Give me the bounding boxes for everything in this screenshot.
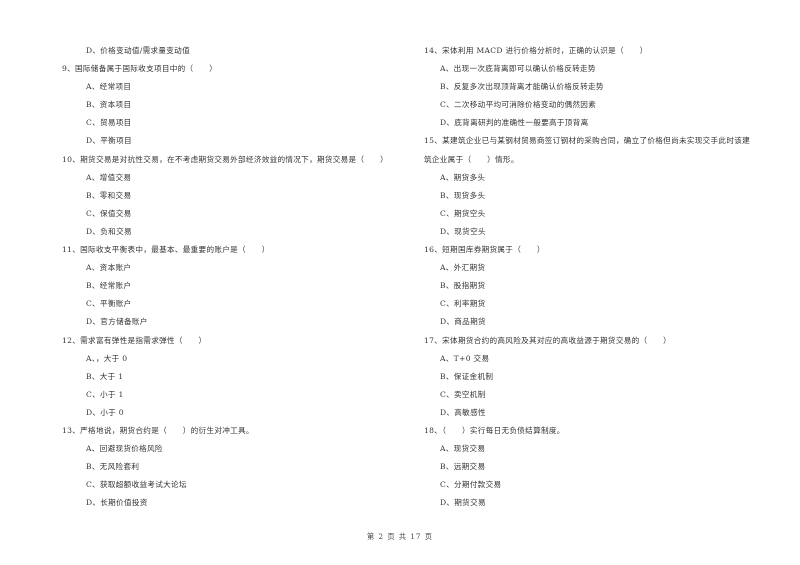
option-d: D、小于 0 [86,407,124,417]
question-17: 17、宋体期货合约的高风险及其对应的高收益源于期货交易的（ ） A、T+0 交易… [424,332,764,422]
question-stem: 14、宋体利用 MACD 进行价格分析时，正确的认识是（ ） [424,46,648,55]
left-column: D、价格变动值/需求量变动值 9、国际储备属于国际收支项目中的（ ） A、经常项… [62,42,407,512]
question-15: 15、某建筑企业已与某钢材贸易商签订钢材的采购合同，确立了价格但尚未实现交手此时… [424,132,764,241]
option-a: A、经常项目 [86,82,132,92]
option-d: D、现货空头 [440,226,486,236]
question-14: 14、宋体利用 MACD 进行价格分析时，正确的认识是（ ） A、出现一次底背离… [424,42,764,132]
option-d: D、高敏感性 [440,407,486,417]
question-stem: 9、国际储备属于国际收支项目中的（ ） [62,64,218,74]
option-c: C、贸易项目 [86,118,132,128]
option-c: C、利率期货 [440,299,486,309]
option-c: C、平衡账户 [86,299,132,309]
question-stem: 17、宋体期货合约的高风险及其对应的高收益源于期货交易的（ ） [424,335,672,345]
option-c: C、期货空头 [440,208,486,218]
option-d: D、商品期货 [440,317,486,327]
question-9: 9、国际储备属于国际收支项目中的（ ） A、经常项目 B、资本项目 C、贸易项目… [62,60,407,150]
option-b: B、股指期货 [440,281,486,291]
option-d: D、期货交易 [440,498,486,508]
page-number: 第 2 页 共 17 页 [367,532,433,541]
option-d: D、长期价值投资 [86,498,148,508]
option-c: C、二次移动平均可消除价格变动的偶然因素 [440,100,597,110]
right-column: 14、宋体利用 MACD 进行价格分析时，正确的认识是（ ） A、出现一次底背离… [424,42,764,512]
question-16: 16、短期国库券期货属于（ ） A、外汇期货 B、股指期货 C、利率期货 D、商… [424,241,764,331]
option-a: A、期货多头 [440,172,486,182]
carry-over-option: D、价格变动值/需求量变动值 [86,46,190,55]
question-stem: 12、需求富有弹性是指需求弹性（ ） [62,335,207,345]
option-a: A、现货交易 [440,444,486,454]
option-a: A、资本账户 [86,263,132,273]
option-b: B、零和交易 [86,190,132,200]
question-13: 13、严格地说，期货合约是（ ）的衍生对冲工具。 A、回避现货价格风险 B、无风… [62,422,407,512]
option-a: A、T+0 交易 [440,353,490,363]
option-a: A、外汇期货 [440,263,486,273]
option-d: D、底背离研判的准确性一般要高于顶背离 [440,118,589,128]
option-b: B、现货多头 [440,190,486,200]
question-stem: 16、短期国库券期货属于（ ） [424,245,545,255]
option-d: D、负和交易 [86,226,132,236]
question-12: 12、需求富有弹性是指需求弹性（ ） A、，大于 0 B、大于 1 C、小于 1… [62,332,407,422]
question-11: 11、国际收支平衡表中，最基本、最重要的账户是（ ） A、资本账户 B、经常账户… [62,241,407,331]
option-b: B、远期交易 [440,462,486,472]
option-a: A、回避现货价格风险 [86,444,163,454]
question-18: 18、（ ）实行每日无负债结算制度。 A、现货交易 B、远期交易 C、分期付款交… [424,422,764,512]
question-stem: 18、（ ）实行每日无负债结算制度。 [424,425,565,435]
option-d: D、官方储备账户 [86,317,148,327]
option-b: B、经常账户 [86,281,132,291]
option-b: B、大于 1 [86,371,124,381]
question-stem-line-2: 筑企业属于（ ）情形。 [424,154,519,164]
option-d: D、平衡项目 [86,136,132,146]
option-b: B、保证金机制 [440,371,494,381]
option-b: B、无风险套利 [86,462,140,472]
question-10: 10、期货交易是对抗性交易，在不考虑期货交易外部经济效益的情况下，期货交易是（ … [62,151,407,241]
question-stem: 10、期货交易是对抗性交易，在不考虑期货交易外部经济效益的情况下，期货交易是（ … [62,154,389,164]
question-stem-line-1: 15、某建筑企业已与某钢材贸易商签订钢材的采购合同，确立了价格但尚未实现交手此时… [424,136,751,146]
option-c: C、小于 1 [86,389,124,399]
option-b: B、资本项目 [86,100,132,110]
question-stem: 11、国际收支平衡表中，最基本、最重要的账户是（ ） [62,245,270,255]
option-c: C、获取超额收益考试大论坛 [86,480,187,490]
option-c: C、保值交易 [86,208,132,218]
option-a: A、出现一次底背离即可以确认价格反转走势 [440,64,596,74]
question-stem: 13、严格地说，期货合约是（ ）的衍生对冲工具。 [62,425,254,435]
option-c: C、卖空机制 [440,389,486,399]
option-a: A、，大于 0 [86,353,128,363]
option-a: A、增值交易 [86,172,132,182]
option-c: C、分期付款交易 [440,480,502,490]
option-b: B、反复多次出现顶背离才能确认价格反转走势 [440,82,604,92]
